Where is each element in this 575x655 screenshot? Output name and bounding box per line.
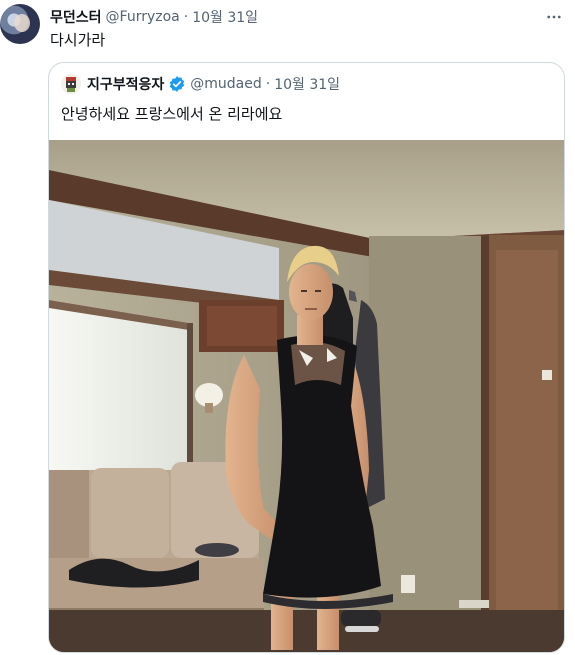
author-avatar[interactable] bbox=[0, 4, 40, 44]
quoted-tweet-date[interactable]: 10월 31일 bbox=[274, 74, 340, 94]
tweet[interactable]: 무던스터 @Furryzoa · 10월 31일 다시가라 지구부적응자 @mu… bbox=[0, 0, 575, 655]
quoted-author-display-name[interactable]: 지구부적응자 bbox=[87, 74, 164, 94]
quoted-author-handle[interactable]: @mudaed bbox=[190, 76, 261, 92]
tweet-text: 다시가라 bbox=[50, 31, 106, 49]
quoted-author-avatar[interactable] bbox=[61, 74, 81, 94]
author-handle[interactable]: @Furryzoa bbox=[106, 9, 180, 25]
tweet-header: 무던스터 @Furryzoa · 10월 31일 bbox=[50, 6, 535, 28]
author-display-name[interactable]: 무던스터 bbox=[50, 7, 102, 27]
quoted-separator-dot: · bbox=[265, 76, 271, 92]
verified-badge-icon bbox=[168, 75, 186, 93]
separator-dot: · bbox=[183, 9, 189, 25]
quoted-tweet-text: 안녕하세요 프랑스에서 온 리라에요 bbox=[61, 105, 283, 123]
quoted-tweet[interactable]: 지구부적응자 @mudaed · 10월 31일 안녕하세요 프랑스에서 온 리… bbox=[48, 62, 565, 653]
tweet-date[interactable]: 10월 31일 bbox=[192, 7, 258, 27]
quoted-tweet-photo[interactable] bbox=[49, 140, 564, 652]
quoted-tweet-header: 지구부적응자 @mudaed · 10월 31일 bbox=[61, 73, 340, 95]
ellipsis-icon[interactable] bbox=[543, 6, 565, 28]
